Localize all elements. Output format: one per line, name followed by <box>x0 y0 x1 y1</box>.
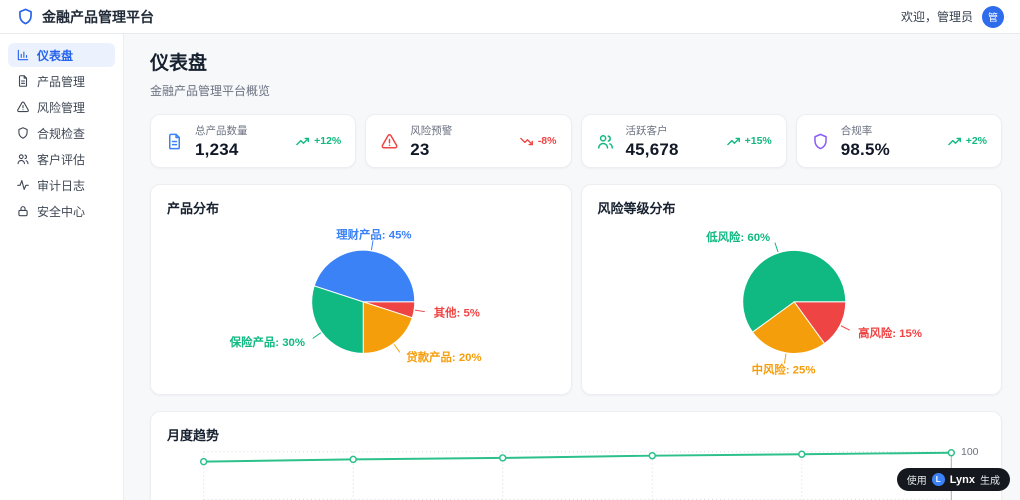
pie-label-leader <box>840 325 850 331</box>
monthly-trend-card: 月度趋势 100 <box>150 411 1002 500</box>
stat-card-2: 活跃客户 45,678 +15% <box>580 114 787 168</box>
main-content: 仪表盘 金融产品管理平台概览 总产品数量 1,234 +12% 风险预警 23 … <box>124 34 1020 500</box>
pie-label-leader <box>370 240 374 251</box>
badge-prefix: 使用 <box>906 476 927 487</box>
bar-chart-icon <box>17 49 29 61</box>
risk-level-distribution-card: 风险等级分布 低风险: 60% 高风险: 15% 中风险: 25% <box>580 184 1002 395</box>
file-text-icon <box>168 133 181 149</box>
stat-trend: -8% <box>519 135 557 147</box>
pie-slice-label: 中风险: 25% <box>751 362 815 376</box>
pie-slice-label: 其他: 5% <box>434 306 480 320</box>
activity-icon <box>17 180 29 190</box>
charts-row: 产品分布 理财产品: 45% 其他: 5% 贷款产品: 20% 保险产品: 30% 风… <box>150 184 1002 395</box>
sidebar-item-label: 审计日志 <box>37 178 86 193</box>
stat-value: 45,678 <box>625 139 679 159</box>
sidebar-item-label: 产品管理 <box>37 74 86 89</box>
pie-label-leader <box>312 332 322 339</box>
page-title: 仪表盘 <box>150 53 208 74</box>
file-text-icon <box>18 75 28 87</box>
y-axis-max-label: 100 <box>961 446 979 458</box>
stat-card-3: 合规率 98.5% +2% <box>795 114 1002 168</box>
page-subtitle: 金融产品管理平台概览 <box>150 84 271 98</box>
user-avatar[interactable]: 管 <box>982 5 1004 28</box>
alert-triangle-icon <box>17 101 29 113</box>
stat-label: 合规率 <box>840 124 873 137</box>
stat-trend: +2% <box>947 135 987 147</box>
stat-card-0: 总产品数量 1,234 +12% <box>150 114 357 168</box>
shield-logo-icon <box>19 8 32 25</box>
trending-down-icon <box>519 137 533 145</box>
lock-icon <box>18 206 28 217</box>
badge-suffix: 生成 <box>980 476 1000 487</box>
shield-icon <box>18 127 28 139</box>
sidebar-item-0[interactable]: 仪表盘 <box>8 43 115 67</box>
sidebar-item-3[interactable]: 合规检查 <box>8 121 115 145</box>
data-point[interactable] <box>199 457 208 466</box>
data-point[interactable] <box>947 448 956 457</box>
users-icon <box>597 134 613 149</box>
stat-trend: +12% <box>296 135 341 147</box>
badge-brand: Lynx <box>949 473 975 486</box>
stat-value: 98.5% <box>840 139 890 159</box>
data-point[interactable] <box>798 450 806 458</box>
sidebar-item-5[interactable]: 审计日志 <box>8 173 115 197</box>
sidebar-item-2[interactable]: 风险管理 <box>8 95 115 119</box>
pie-label-leader <box>773 242 778 253</box>
sidebar-item-label: 客户评估 <box>37 152 86 167</box>
data-point[interactable] <box>349 455 357 464</box>
product-distribution-pie-chart[interactable]: 理财产品: 45% 其他: 5% 贷款产品: 20% 保险产品: 30% <box>151 185 571 394</box>
app-header: 金融产品管理平台 欢迎，管理员 管 <box>0 0 1020 34</box>
app-title: 金融产品管理平台 <box>42 8 154 25</box>
sidebar-item-1[interactable]: 产品管理 <box>8 69 115 93</box>
stat-value: 23 <box>410 139 430 159</box>
generator-badge[interactable]: 使用 L Lynx 生成 <box>896 468 1010 491</box>
pie-slice-label: 高风险: 15% <box>858 326 922 340</box>
sidebar-item-label: 安全中心 <box>37 204 86 219</box>
brand: 金融产品管理平台 <box>16 7 154 27</box>
sidebar-item-6[interactable]: 安全中心 <box>8 199 115 223</box>
alert-triangle-icon <box>381 133 398 149</box>
welcome-text: 欢迎，管理员 <box>900 10 973 24</box>
stat-label: 活跃客户 <box>625 124 668 137</box>
pie-label-leader <box>783 353 786 364</box>
trending-up-icon <box>726 137 740 145</box>
stat-label: 风险预警 <box>410 124 453 137</box>
stat-trend: +15% <box>726 135 772 147</box>
trending-up-icon <box>296 137 310 145</box>
users-icon <box>17 154 29 165</box>
sidebar-item-4[interactable]: 客户评估 <box>8 147 115 171</box>
trend-line <box>203 451 952 463</box>
shield-icon <box>813 133 827 149</box>
stat-card-1: 风险预警 23 -8% <box>365 114 572 168</box>
sidebar-item-label: 仪表盘 <box>37 48 74 63</box>
pie-slice-label: 低风险: 60% <box>705 230 770 244</box>
stat-label: 总产品数量 <box>195 124 248 137</box>
pie-slice-label: 保险产品: 30% <box>229 335 305 349</box>
product-distribution-card: 产品分布 理财产品: 45% 其他: 5% 贷款产品: 20% 保险产品: 30% <box>150 184 572 395</box>
pie-label-leader <box>414 309 425 313</box>
stats-row: 总产品数量 1,234 +12% 风险预警 23 -8% 活跃客户 45,678… <box>150 114 1002 168</box>
data-point[interactable] <box>648 451 656 460</box>
sidebar-item-label: 风险管理 <box>37 100 86 115</box>
pie-slice-label: 贷款产品: 20% <box>406 350 481 364</box>
monthly-trend-line-chart[interactable] <box>151 412 1001 500</box>
data-point[interactable] <box>499 454 507 462</box>
lynx-logo-icon: L <box>931 473 945 486</box>
pie-label-leader <box>393 344 401 353</box>
stat-value: 1,234 <box>195 139 239 159</box>
trending-up-icon <box>947 137 961 145</box>
sidebar-item-label: 合规检查 <box>37 126 86 141</box>
risk-level-pie-chart[interactable]: 低风险: 60% 高风险: 15% 中风险: 25% <box>582 185 1002 394</box>
sidebar: 仪表盘产品管理风险管理合规检查客户评估审计日志安全中心 <box>0 34 124 500</box>
pie-slice-label: 理财产品: 45% <box>336 227 411 241</box>
